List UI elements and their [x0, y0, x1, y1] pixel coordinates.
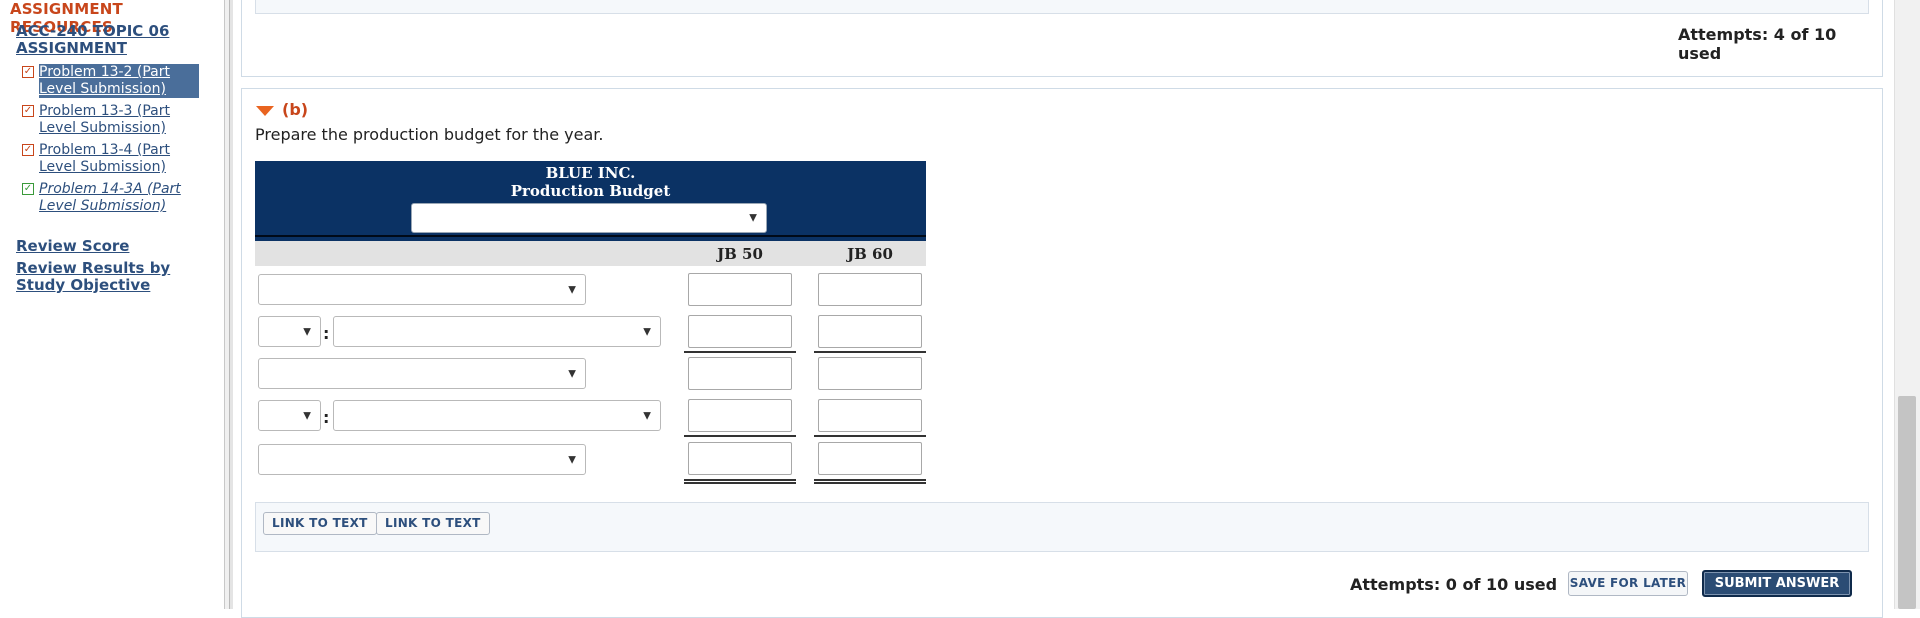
submit-answer-button[interactable]: SUBMIT ANSWER: [1702, 570, 1852, 597]
colon-separator: :: [323, 408, 330, 427]
jb50-amount-input[interactable]: [688, 315, 792, 348]
operator-dropdown[interactable]: ▼: [258, 316, 321, 347]
subtotal-underline: [684, 435, 796, 437]
resources-bar: LINK TO TEXT LINK TO TEXT: [255, 502, 1869, 552]
jb50-amount-input[interactable]: [688, 357, 792, 390]
operator-dropdown[interactable]: ▼: [258, 400, 321, 431]
subtotal-underline: [814, 435, 926, 437]
part-b-panel: (b) Prepare the production budget for th…: [241, 88, 1883, 618]
link-to-text-button[interactable]: LINK TO TEXT: [263, 512, 377, 535]
subtotal-underline: [814, 351, 926, 353]
subtotal-underline: [684, 351, 796, 353]
dropdown-arrow-icon: ▼: [303, 326, 311, 337]
jb60-amount-input[interactable]: [818, 273, 922, 306]
header-divider: [255, 235, 926, 237]
part-a-panel: Attempts: 4 of 10 used: [241, 0, 1883, 77]
incomplete-checkbox-icon: ✓: [22, 66, 34, 78]
column-header-jb60: JB 60: [847, 245, 893, 263]
jb60-amount-input[interactable]: [818, 399, 922, 432]
part-a-answer-area: [255, 0, 1869, 14]
assignment-link[interactable]: ACC-240 TOPIC 06 ASSIGNMENT: [16, 23, 216, 57]
incomplete-checkbox-icon: ✓: [22, 105, 34, 117]
company-name: BLUE INC.: [545, 164, 636, 182]
part-b-toggle[interactable]: (b): [256, 100, 308, 120]
attempts-counter: Attempts: 0 of 10 used: [1350, 575, 1558, 594]
jb60-amount-input[interactable]: [818, 315, 922, 348]
sidebar-item-label[interactable]: Problem 13-3 (Part Level Submission): [39, 103, 199, 137]
row-label-dropdown[interactable]: ▼: [258, 358, 586, 389]
dropdown-arrow-icon: ▼: [643, 326, 651, 337]
sidebar-item-label[interactable]: Problem 14-3A (Part Level Submission): [39, 181, 199, 215]
period-dropdown[interactable]: ▼: [411, 203, 767, 233]
assignment-sidebar: ASSIGNMENT RESOURCES ACC-240 TOPIC 06 AS…: [0, 0, 224, 609]
attempts-counter: Attempts: 4 of 10 used: [1678, 25, 1837, 63]
complete-checkbox-icon: ✓: [22, 183, 34, 195]
jb50-amount-input[interactable]: [688, 399, 792, 432]
incomplete-checkbox-icon: ✓: [22, 144, 34, 156]
row-label-dropdown[interactable]: ▼: [333, 316, 661, 347]
dropdown-arrow-icon: ▼: [568, 284, 576, 295]
total-double-underline: [684, 479, 796, 484]
total-double-underline: [814, 479, 926, 484]
review-results-link[interactable]: Review Results by Study Objective: [16, 260, 212, 294]
dropdown-arrow-icon: ▼: [643, 410, 651, 421]
budget-title: Production Budget: [510, 182, 671, 200]
jb50-amount-input[interactable]: [688, 442, 792, 475]
dropdown-arrow-icon: ▼: [303, 410, 311, 421]
dropdown-arrow-icon: ▼: [749, 212, 757, 224]
dropdown-arrow-icon: ▼: [568, 454, 576, 465]
collapse-triangle-icon: [256, 106, 274, 116]
jb60-amount-input[interactable]: [818, 357, 922, 390]
colon-separator: :: [323, 324, 330, 343]
sidebar-item-label[interactable]: Problem 13-4 (Part Level Submission): [39, 142, 199, 176]
link-to-text-button[interactable]: LINK TO TEXT: [376, 512, 490, 535]
column-header-row: JB 50 JB 60: [255, 241, 926, 266]
budget-table-header: BLUE INC. Production Budget ▼: [255, 161, 926, 241]
sidebar-splitter[interactable]: [224, 0, 233, 609]
jb60-amount-input[interactable]: [818, 442, 922, 475]
row-label-dropdown[interactable]: ▼: [258, 444, 586, 475]
row-label-dropdown[interactable]: ▼: [258, 274, 586, 305]
part-label: (b): [282, 100, 309, 119]
jb50-amount-input[interactable]: [688, 273, 792, 306]
dropdown-arrow-icon: ▼: [568, 368, 576, 379]
save-for-later-button[interactable]: SAVE FOR LATER: [1568, 571, 1688, 596]
review-score-link[interactable]: Review Score: [16, 238, 216, 255]
scrollbar-thumb[interactable]: [1898, 396, 1916, 609]
question-instruction: Prepare the production budget for the ye…: [255, 125, 604, 144]
page-scrollbar[interactable]: [1894, 0, 1920, 609]
column-header-jb50: JB 50: [717, 245, 763, 263]
sidebar-item-label[interactable]: Problem 13-2 (Part Level Submission): [39, 64, 199, 98]
row-label-dropdown[interactable]: ▼: [333, 400, 661, 431]
